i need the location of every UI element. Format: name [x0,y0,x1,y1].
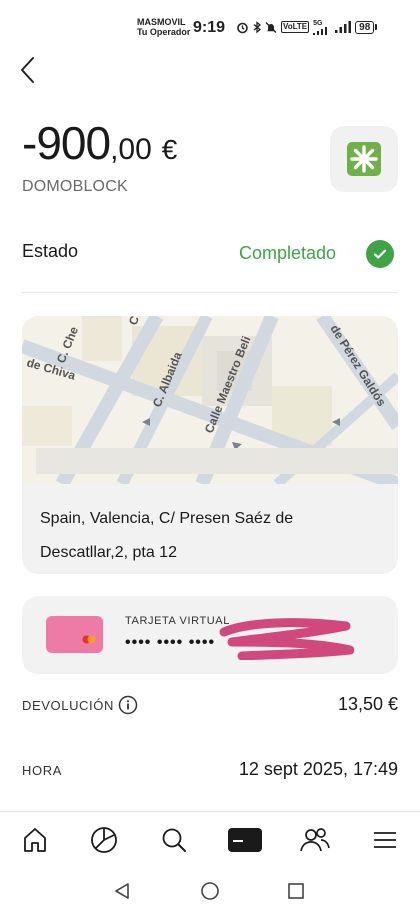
status-icons: VoLTE 5G 98 [236,20,378,35]
bluetooth-icon [253,20,261,33]
bottom-nav [0,811,420,869]
system-recents-button[interactable] [284,879,308,903]
nav-search[interactable] [154,824,194,856]
merchant-name: DOMOBLOCK [22,178,128,195]
back-button[interactable] [14,53,44,87]
nav-people[interactable] [295,824,335,856]
estado-label: Estado [22,241,79,261]
card-number: •••• •••• •••• [125,634,216,651]
amount-decimals: ,00 [110,133,152,166]
clock: 9:19 [193,19,226,36]
card-label: TARJETA VIRTUAL [125,615,230,627]
devolucion-value: 13,50 € [337,694,398,714]
redaction-scribble [219,618,354,660]
signal-icon [313,26,328,35]
nav-menu[interactable] [365,824,405,856]
circle-home-icon [201,882,219,900]
nav-home[interactable] [15,824,55,856]
status-bar: MASMOVIL Tu Operador 9:19 VoLTE 5G 98 [0,0,420,44]
info-icon[interactable] [118,695,138,715]
amount-currency: € [161,134,178,165]
card-icon [228,828,262,852]
location-map[interactable]: C. Che de Chiva C. Albaida Calle Maestro… [22,316,398,484]
chevron-left-icon [21,57,34,83]
transaction-amount: -900 ,00 € [22,116,177,170]
hora-label: HORA [22,763,62,778]
analytics-icon [91,827,117,853]
check-icon [366,240,394,268]
location-card[interactable]: C. Che de Chiva C. Albaida Calle Maestro… [22,316,398,574]
home-icon [24,828,46,852]
search-icon [162,828,186,852]
merchant-logo [330,126,398,192]
nav-analytics[interactable] [84,824,124,856]
carrier: MASMOVIL Tu Operador [137,17,190,37]
carrier-name: MASMOVIL [137,17,186,27]
devolucion-label: DEVOLUCIÓN [22,698,114,713]
mute-icon [265,21,277,33]
network-label: 5G [313,19,323,27]
amount-integer: -900 [22,117,111,169]
volte-badge: VoLTE [281,21,310,33]
menu-icon [374,832,396,848]
battery-tip [375,24,378,30]
nav-cards[interactable] [225,824,265,856]
battery-icon: 98 [355,20,378,34]
mastercard-icon [82,635,96,644]
signal-icon-2 [335,21,352,33]
network-indicator: 5G [313,20,331,35]
square-recents-icon [288,883,304,899]
system-home-button[interactable] [198,879,222,903]
carrier-sub: Tu Operador [137,27,191,37]
card-row[interactable]: TARJETA VIRTUAL •••• •••• •••• [22,596,398,674]
divider [22,292,398,293]
system-back-button[interactable] [110,879,134,903]
hora-value: 12 sept 2025, 17:49 [238,759,398,779]
estado-value: Completado [239,243,337,263]
card-thumbnail [46,616,103,653]
battery-level: 98 [355,20,375,34]
alarm-icon [237,22,248,33]
system-nav [0,869,420,912]
triangle-back-icon [115,883,129,899]
merchant-logo-icon [347,142,381,176]
people-icon [300,828,330,852]
address: Spain, Valencia, C/ Presen Saéz de Desca… [40,510,294,561]
